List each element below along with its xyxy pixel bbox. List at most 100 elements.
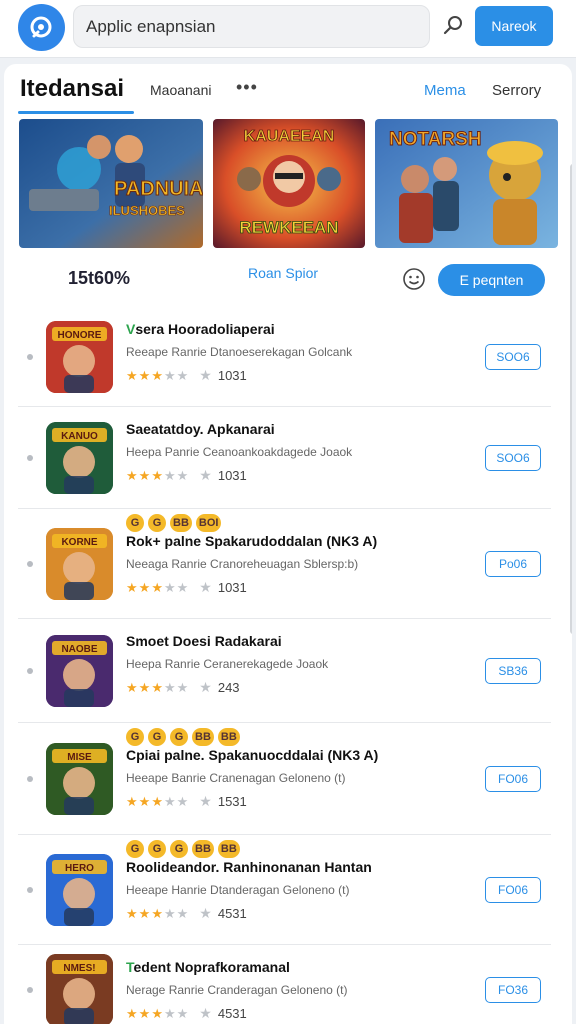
stats-row: 15t60% Roan Spior E peqnten — [4, 256, 572, 300]
app-icon[interactable]: KORNE — [46, 528, 113, 600]
star-icon: ★ — [138, 579, 152, 595]
app-title[interactable]: Vsera Hooradoliaperai — [126, 321, 275, 337]
app-icon-label: KANUO — [61, 431, 98, 442]
star-rating: ★★★★★ — [126, 680, 189, 696]
star-icon: ★ — [176, 367, 190, 383]
stats-count: 15t60% — [68, 268, 131, 288]
smile-icon[interactable] — [402, 267, 426, 291]
star-icon: ★ — [126, 905, 139, 921]
app-logo[interactable] — [18, 4, 65, 51]
tab-second[interactable]: Maoanani — [150, 82, 212, 98]
app-title[interactable]: Cpiai palne. Spakanuocddalai (NK3 A) — [126, 747, 378, 763]
star-icon: ★ — [138, 467, 152, 483]
rating-star-icon: ★ — [199, 793, 212, 809]
star-icon: ★ — [151, 579, 164, 595]
app-description: Heeape Hanrie Dtanderagan Geloneno (t) — [126, 883, 350, 897]
app-rating: ★★★★★ ★ 4531 — [126, 1005, 247, 1022]
app-icon[interactable]: NAOBE — [46, 635, 113, 707]
primary-pill-button[interactable]: E peqnten — [438, 264, 545, 296]
app-list-item[interactable]: MISE G G G BB BB Cpiai palne. Spakanuocddala… — [18, 723, 551, 835]
star-icon: ★ — [126, 679, 139, 695]
app-rating: ★★★★★ ★ 1031 — [126, 367, 247, 384]
app-title[interactable]: Roolideandor. Ranhinonanan Hantan — [126, 859, 372, 875]
rating-count: 4531 — [217, 906, 247, 921]
badge-row: G G G BB BB — [126, 840, 240, 858]
app-rating: ★★★★★ ★ 1031 — [126, 467, 247, 484]
star-icon: ★ — [163, 905, 177, 921]
stats-link[interactable]: Roan Spior — [248, 265, 318, 281]
star-icon: ★ — [151, 467, 164, 483]
star-icon: ★ — [151, 905, 164, 921]
app-list-item[interactable]: NMES! Tedent Noprafkoramanal Nerage Ranr… — [18, 945, 551, 1024]
badge-row: G G G BB BB — [126, 728, 240, 746]
tab-right-2[interactable]: Serrory — [492, 82, 541, 99]
star-icon: ★ — [176, 467, 190, 483]
app-list-item[interactable]: KANUO Saeatatdoy. Apkanarai Heepa Panrie… — [18, 407, 551, 509]
more-tabs-icon[interactable]: ••• — [236, 77, 258, 98]
app-get-button[interactable]: SOO6 — [485, 445, 541, 471]
app-title[interactable]: Rok+ palne Spakarudoddalan (NK3 A) — [126, 533, 377, 549]
app-get-button[interactable]: SOO6 — [485, 344, 541, 370]
app-icon[interactable]: HERO — [46, 854, 113, 926]
app-icon[interactable]: MISE — [46, 743, 113, 815]
app-icon-label: HERO — [65, 863, 94, 874]
app-title[interactable]: Tedent Noprafkoramanal — [126, 959, 290, 975]
emoji-badge: G — [148, 840, 166, 858]
emoji-badge: G — [148, 728, 166, 746]
app-get-button[interactable]: SB36 — [485, 658, 541, 684]
bullet-icon — [27, 455, 33, 461]
star-icon: ★ — [151, 679, 164, 695]
app-list-item[interactable]: KORNE G G BB BOI Rok+ palne Spakarudoddalan… — [18, 509, 551, 619]
emoji-badge: BB — [217, 728, 240, 746]
emoji-badge: BB — [217, 840, 240, 858]
search-icon[interactable] — [442, 14, 464, 36]
featured-banner-3[interactable]: NOTARSH — [375, 119, 558, 248]
app-icon-label: NAOBE — [61, 644, 97, 655]
app-icon[interactable]: KANUO — [46, 422, 113, 494]
app-title-text: sera Hooradoliaperai — [135, 321, 275, 337]
star-icon: ★ — [163, 679, 177, 695]
badge-row: G G BB BOI — [126, 514, 222, 532]
banner-2-subtitle: REWKEEAN — [239, 218, 338, 237]
emoji-badge: G — [126, 514, 144, 532]
star-icon: ★ — [176, 579, 190, 595]
star-icon: ★ — [126, 793, 139, 809]
app-title[interactable]: Saeatatdoy. Apkanarai — [126, 421, 275, 437]
search-input[interactable]: Applic enapnsian — [73, 5, 430, 48]
featured-banner-2[interactable]: KAUAEEAN REWKEEAN — [213, 119, 365, 248]
star-icon: ★ — [151, 793, 164, 809]
star-icon: ★ — [176, 905, 190, 921]
banner-3-title: NOTARSH — [389, 129, 482, 150]
star-icon: ★ — [138, 905, 152, 921]
app-get-button[interactable]: FO06 — [485, 766, 541, 792]
app-rating: ★★★★★ ★ 243 — [126, 679, 240, 696]
star-rating: ★★★★★ — [126, 580, 189, 596]
app-list-item[interactable]: HERO G G G BB BB Roolideandor. Ranhinonanan … — [18, 835, 551, 945]
header-action-button[interactable]: Nareok — [475, 6, 553, 46]
featured-banner-1[interactable]: PADNUIA ILUSHOBES — [19, 119, 203, 248]
bullet-icon — [27, 561, 33, 567]
tab-right-1[interactable]: Mema — [424, 82, 466, 99]
app-icon[interactable]: HONORE — [46, 321, 113, 393]
star-icon: ★ — [126, 467, 139, 483]
rating-count: 1031 — [217, 468, 247, 483]
app-title-text: Saeatatdoy. Apkanarai — [126, 421, 275, 437]
app-get-button[interactable]: FO36 — [485, 977, 541, 1003]
star-icon: ★ — [163, 793, 177, 809]
active-tab-indicator — [18, 111, 134, 114]
scrollbar[interactable] — [570, 164, 572, 634]
app-list-item[interactable]: HONORE Vsera Hooradoliaperai Reeape Ranr… — [18, 307, 551, 407]
app-list-item[interactable]: NAOBE Smoet Doesi Radakarai Heepa Ranrie… — [18, 619, 551, 723]
app-title[interactable]: Smoet Doesi Radakarai — [126, 633, 282, 649]
rating-count: 243 — [217, 680, 240, 695]
star-icon: ★ — [138, 367, 152, 383]
app-icon-label: MISE — [67, 752, 92, 763]
app-rating: ★★★★★ ★ 1031 — [126, 579, 247, 596]
emoji-badge: BB — [170, 514, 192, 532]
tab-main[interactable]: Itedansai — [20, 75, 124, 103]
app-title-text: edent Noprafkoramanal — [133, 959, 290, 975]
app-description: Heeape Banrie Cranenagan Geloneno (t) — [126, 771, 346, 785]
app-get-button[interactable]: Po06 — [485, 551, 541, 577]
app-get-button[interactable]: FO06 — [485, 877, 541, 903]
app-icon[interactable]: NMES! — [46, 954, 113, 1024]
